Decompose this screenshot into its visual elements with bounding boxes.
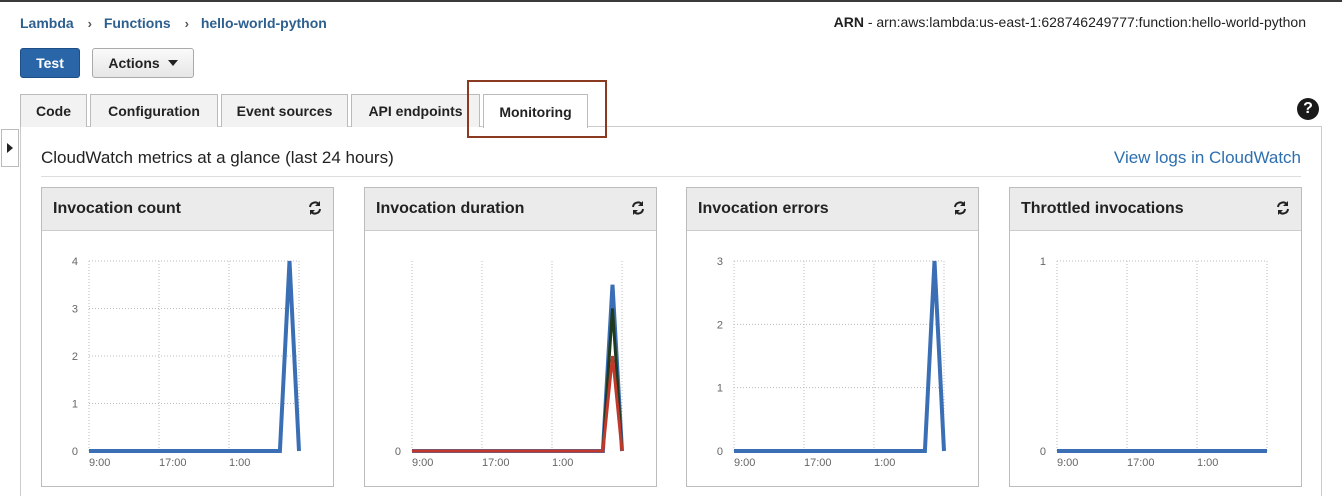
y-tick-label: 0: [72, 446, 78, 458]
card-header: Invocation count: [42, 188, 333, 231]
refresh-icon[interactable]: [1275, 200, 1291, 216]
series-line: [412, 284, 624, 453]
y-tick-label: 4: [72, 256, 78, 268]
tab-event-sources[interactable]: Event sources: [221, 94, 348, 127]
x-tick-label: 17:00: [482, 457, 510, 469]
breadcrumb-functions[interactable]: Functions: [104, 15, 171, 31]
x-tick-label: 17:00: [159, 457, 187, 469]
refresh-icon[interactable]: [307, 200, 323, 216]
breadcrumb-function-name[interactable]: hello-world-python: [201, 15, 327, 31]
section-title: CloudWatch metrics at a glance (last 24 …: [41, 148, 394, 167]
x-tick-label: 17:00: [804, 457, 832, 469]
top-border: [0, 0, 1342, 2]
invocation-duration-chart: 0 9:00 17:00 1:00: [395, 261, 624, 469]
card-header: Invocation errors: [687, 188, 978, 231]
y-tick-label: 3: [717, 256, 723, 268]
x-tick-label: 9:00: [1057, 457, 1078, 469]
card-title: Invocation count: [53, 200, 181, 217]
refresh-icon[interactable]: [630, 200, 646, 216]
x-tick-label: 1:00: [552, 457, 573, 469]
card-title: Throttled invocations: [1021, 200, 1184, 217]
test-button[interactable]: Test: [20, 48, 80, 78]
x-tick-label: 1:00: [229, 457, 250, 469]
x-tick-label: 9:00: [412, 457, 433, 469]
card-header: Throttled invocations: [1010, 188, 1301, 231]
throttled-invocations-chart: 0 1 9:00 17:00 1:00: [1040, 256, 1268, 469]
actions-dropdown[interactable]: Actions: [92, 48, 194, 78]
y-tick-label: 1: [717, 383, 723, 395]
tab-code[interactable]: Code: [20, 94, 87, 127]
sidebar-toggle[interactable]: [1, 129, 19, 167]
chevron-right-icon: ›: [184, 15, 189, 31]
y-tick-label: 0: [1040, 446, 1046, 458]
card-header: Invocation duration: [365, 188, 656, 231]
y-tick-label: 2: [72, 351, 78, 363]
y-tick-label: 0: [717, 446, 723, 458]
tab-api-endpoints[interactable]: API endpoints: [351, 94, 480, 127]
actions-label: Actions: [108, 55, 160, 71]
metric-card-invocation-duration: Invocation duration 0 9:00 17:00 1:00: [364, 187, 657, 487]
y-tick-label: 2: [717, 319, 723, 331]
monitoring-tab-highlight: [467, 80, 607, 138]
metric-card-throttled-invocations: Throttled invocations 0 1 9:00 17:00 1:00: [1009, 187, 1302, 487]
x-tick-label: 9:00: [734, 457, 755, 469]
breadcrumb-lambda[interactable]: Lambda: [20, 15, 74, 31]
invocation-count-chart: 0 1 2 3 4 9:00 17:00 1:00: [72, 256, 301, 469]
caret-down-icon: [167, 60, 178, 66]
card-title: Invocation errors: [698, 200, 829, 217]
y-tick-label: 0: [395, 446, 401, 458]
metric-card-invocation-errors: Invocation errors 0 1 2 3 9:00 17:00 1:00: [686, 187, 979, 487]
invocation-errors-chart: 0 1 2 3 9:00 17:00 1:00: [717, 256, 946, 469]
view-logs-link[interactable]: View logs in CloudWatch: [1114, 148, 1301, 168]
x-tick-label: 1:00: [1197, 457, 1218, 469]
series-line: [412, 308, 624, 453]
x-tick-label: 17:00: [1127, 457, 1155, 469]
divider: [41, 176, 1301, 177]
breadcrumb: Lambda › Functions › hello-world-python: [20, 14, 327, 31]
arn-display: ARN - arn:aws:lambda:us-east-1:628746249…: [833, 14, 1306, 30]
caret-right-icon: [7, 143, 13, 153]
x-tick-label: 9:00: [89, 457, 110, 469]
help-icon[interactable]: ?: [1297, 98, 1319, 120]
series-line: [412, 355, 624, 453]
tab-configuration[interactable]: Configuration: [90, 94, 218, 127]
metric-card-invocation-count: Invocation count 0 1 2 3 4 9:00 17:00 1:00: [41, 187, 334, 487]
y-tick-label: 3: [72, 304, 78, 316]
x-tick-label: 1:00: [874, 457, 895, 469]
series-line: [734, 260, 946, 453]
y-tick-label: 1: [72, 399, 78, 411]
chevron-right-icon: ›: [87, 15, 92, 31]
card-title: Invocation duration: [376, 200, 525, 217]
refresh-icon[interactable]: [952, 200, 968, 216]
y-tick-label: 1: [1040, 256, 1046, 268]
arn-value: arn:aws:lambda:us-east-1:628746249777:fu…: [876, 14, 1306, 30]
arn-label: ARN: [833, 14, 864, 30]
